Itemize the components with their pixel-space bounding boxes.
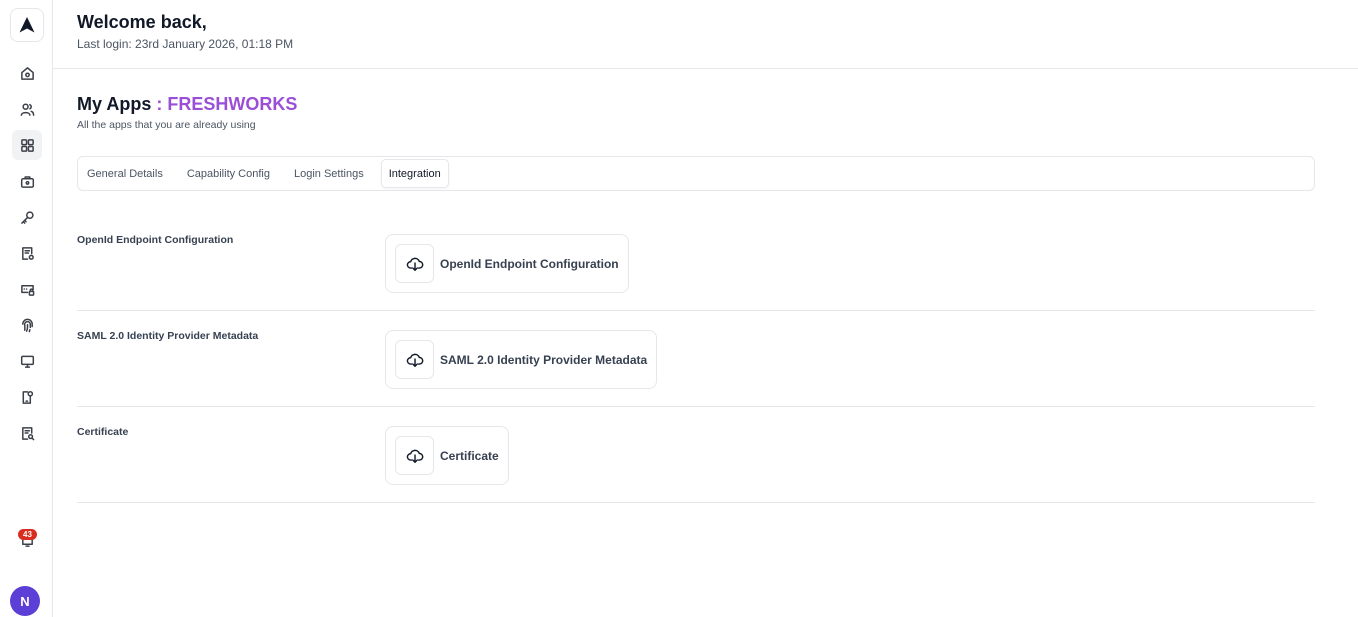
document-search-icon bbox=[21, 426, 34, 440]
sidebar-item-keys[interactable] bbox=[12, 202, 42, 232]
sidebar-item-briefcase[interactable] bbox=[12, 166, 42, 196]
row-label: Certificate bbox=[77, 426, 129, 438]
tab-capability-config[interactable]: Capability Config bbox=[180, 159, 277, 188]
sidebar-nav bbox=[0, 58, 53, 454]
integration-row-saml: SAML 2.0 Identity Provider Metadata SAML… bbox=[77, 311, 1315, 407]
row-label: SAML 2.0 Identity Provider Metadata bbox=[77, 330, 259, 342]
sidebar-item-policies[interactable] bbox=[12, 238, 42, 268]
sidebar-item-passwords[interactable] bbox=[12, 274, 42, 304]
welcome-heading: Welcome back, bbox=[77, 12, 207, 32]
download-button-label: OpenId Endpoint Configuration bbox=[440, 256, 619, 271]
sidebar-item-biometrics[interactable] bbox=[12, 310, 42, 340]
download-button-label: Certificate bbox=[440, 448, 499, 463]
download-icon-box bbox=[395, 436, 434, 475]
sidebar-item-devices[interactable] bbox=[12, 346, 42, 376]
briefcase-icon bbox=[20, 175, 34, 188]
sidebar-item-home[interactable] bbox=[12, 58, 42, 88]
page-title-text: My Apps bbox=[77, 94, 152, 114]
app-root: 43 N Welcome back, Last login: 23rd Janu… bbox=[0, 0, 1358, 617]
app-name: FRESHWORKS bbox=[167, 94, 298, 114]
saml-metadata-download-button[interactable]: SAML 2.0 Identity Provider Metadata bbox=[385, 330, 658, 389]
integration-row-certificate: Certificate Certificate bbox=[77, 407, 1315, 503]
home-icon bbox=[20, 66, 34, 80]
tab-login-settings[interactable]: Login Settings bbox=[287, 159, 371, 188]
download-button-label: SAML 2.0 Identity Provider Metadata bbox=[440, 352, 648, 367]
users-icon bbox=[20, 103, 34, 116]
tab-general-details[interactable]: General Details bbox=[80, 159, 170, 188]
certificate-download-button[interactable]: Certificate bbox=[385, 426, 509, 485]
sidebar-item-audit[interactable] bbox=[12, 418, 42, 448]
integration-row-openid: OpenId Endpoint Configuration OpenId End… bbox=[77, 215, 1315, 311]
key-icon bbox=[20, 210, 34, 224]
document-settings-icon bbox=[21, 246, 34, 260]
page-title: My Apps : FRESHWORKS bbox=[77, 94, 297, 115]
notifications-button[interactable]: 43 bbox=[12, 525, 42, 555]
password-icon bbox=[20, 284, 34, 296]
tab-integration[interactable]: Integration bbox=[380, 159, 449, 188]
monitor-icon bbox=[20, 355, 34, 368]
cloud-download-icon bbox=[406, 257, 423, 271]
notification-count-badge: 43 bbox=[18, 529, 37, 540]
cloud-download-icon bbox=[406, 353, 423, 367]
tab-bar: General Details Capability Config Login … bbox=[77, 156, 1315, 191]
row-label: OpenId Endpoint Configuration bbox=[77, 234, 234, 246]
top-header: Welcome back, Last login: 23rd January 2… bbox=[53, 0, 1358, 69]
sidebar-item-users[interactable] bbox=[12, 94, 42, 124]
page-subtitle: All the apps that you are already using bbox=[77, 119, 256, 131]
download-icon-box bbox=[395, 244, 434, 283]
app-logo[interactable] bbox=[10, 8, 44, 42]
sidebar: 43 N bbox=[0, 0, 53, 617]
sidebar-item-apps[interactable] bbox=[12, 130, 42, 160]
sidebar-item-device-security[interactable] bbox=[12, 382, 42, 412]
last-login-text: Last login: 23rd January 2026, 01:18 PM bbox=[77, 37, 294, 51]
logo-icon bbox=[19, 17, 35, 33]
cloud-download-icon bbox=[406, 449, 423, 463]
apps-grid-icon bbox=[20, 138, 34, 152]
device-lock-icon bbox=[22, 390, 33, 404]
user-avatar[interactable]: N bbox=[10, 586, 40, 616]
fingerprint-icon bbox=[21, 318, 33, 332]
page-title-separator: : bbox=[151, 94, 168, 114]
download-icon-box bbox=[395, 340, 434, 379]
openid-config-download-button[interactable]: OpenId Endpoint Configuration bbox=[385, 234, 629, 293]
